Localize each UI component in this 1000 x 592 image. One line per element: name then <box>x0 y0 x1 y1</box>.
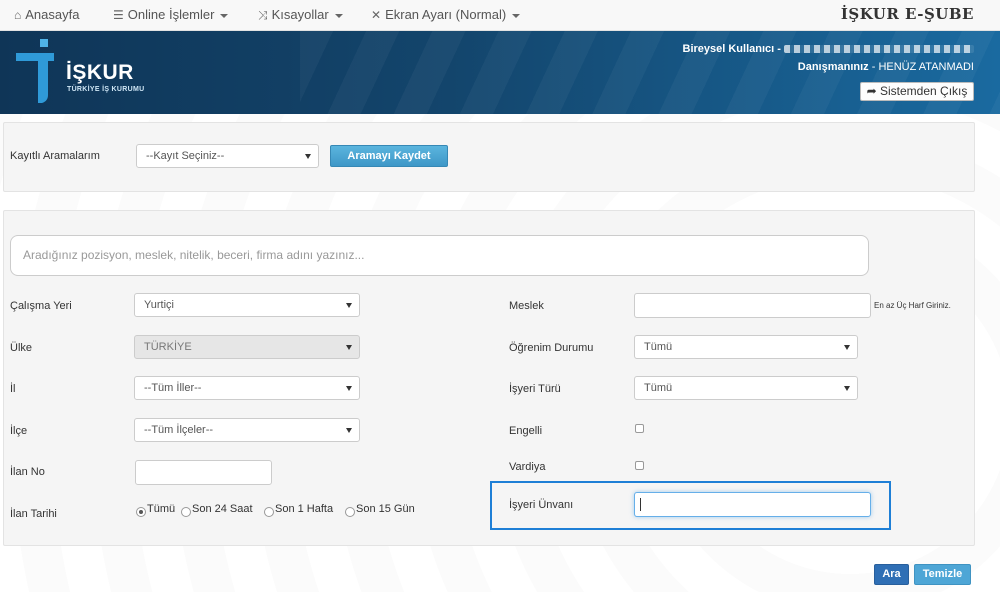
date-radio-24h[interactable] <box>181 507 191 517</box>
advisor-label: Danışmanınız <box>797 61 869 73</box>
workplace-label: Çalışma Yeri <box>10 300 72 312</box>
shift-label: Vardiya <box>509 461 546 473</box>
dropdown-arrow-icon <box>305 154 311 159</box>
nav-shortcuts[interactable]: ⤨ Kısayollar <box>258 0 343 31</box>
dropdown-arrow-icon <box>346 428 352 433</box>
advisor-value: - HENÜZ ATANMADI <box>868 61 974 73</box>
advisor-line: Danışmanınız - HENÜZ ATANMADI <box>798 61 974 73</box>
nav-screen-label: Ekran Ayarı (Normal) <box>385 7 507 22</box>
iskur-logo-icon <box>16 39 54 103</box>
user-line: Bireysel Kullanıcı - <box>682 43 974 55</box>
education-label: Öğrenim Durumu <box>509 342 594 354</box>
clear-button[interactable]: Temizle <box>914 564 971 585</box>
saved-search-value: --Kayıt Seçiniz-- <box>146 150 225 162</box>
dropdown-arrow-icon <box>346 386 352 391</box>
user-label: Bireysel Kullanıcı - <box>682 43 781 55</box>
date-option-label: Son 15 Gün <box>356 503 415 515</box>
dropdown-arrow-icon <box>346 303 352 308</box>
profession-label: Meslek <box>509 300 544 312</box>
caret-down-icon <box>334 13 343 18</box>
nav-online-operations[interactable]: ☰ Online İşlemler <box>113 0 229 31</box>
date-radio-all[interactable] <box>136 507 146 517</box>
date-option-label: Tümü <box>147 503 176 515</box>
employer-type-select[interactable]: Tümü <box>634 376 858 400</box>
save-search-button[interactable]: Aramayı Kaydet <box>330 145 448 167</box>
employer-type-value: Tümü <box>644 382 673 394</box>
keyword-search-input[interactable]: Aradığınız pozisyon, meslek, nitelik, be… <box>10 235 869 276</box>
district-label: İlçe <box>10 425 28 437</box>
workplace-value: Yurtiçi <box>144 299 174 311</box>
header-banner: İŞKUR TÜRKİYE İŞ KURUMU Bireysel Kullanı… <box>0 31 1000 114</box>
logout-button[interactable]: ➦ Sistemden Çıkış <box>860 82 974 101</box>
brand-title: İŞKUR E-ŞUBE <box>840 5 974 23</box>
employer-type-label: İşyeri Türü <box>509 383 561 395</box>
listing-no-input[interactable] <box>135 460 272 485</box>
top-navbar: ⌂ Anasayfa ☰ Online İşlemler ⤨ Kısayollar ✕… <box>0 0 1000 31</box>
list-icon: ☰ <box>113 8 124 22</box>
text-cursor <box>640 498 641 511</box>
country-label: Ülke <box>10 342 33 354</box>
nav-home[interactable]: ⌂ Anasayfa <box>14 0 79 31</box>
logout-label: Sistemden Çıkış <box>880 84 968 98</box>
nav-home-label: Anasayfa <box>25 7 80 22</box>
date-radio-1week[interactable] <box>264 507 274 517</box>
saved-searches-label: Kayıtlı Aramalarım <box>10 150 100 162</box>
employer-title-label: İşyeri Ünvanı <box>509 499 574 511</box>
logo-subtitle: TÜRKİYE İŞ KURUMU <box>67 86 145 93</box>
dropdown-arrow-icon <box>844 345 850 350</box>
province-value: --Tüm İller-- <box>144 382 202 394</box>
home-icon: ⌂ <box>14 8 22 22</box>
listing-no-label: İlan No <box>10 466 45 478</box>
dropdown-arrow-icon <box>346 345 352 350</box>
shuffle-icon: ⤨ <box>258 8 268 22</box>
date-option-label: Son 24 Saat <box>192 503 253 515</box>
profession-input[interactable] <box>634 293 871 318</box>
nav-online-label: Online İşlemler <box>127 7 215 22</box>
logout-icon: ➦ <box>866 84 880 98</box>
workplace-select[interactable]: Yurtiçi <box>134 293 360 317</box>
logo-text: İŞKUR <box>66 61 134 84</box>
district-value: --Tüm İlçeler-- <box>144 424 214 436</box>
province-label: İl <box>10 383 16 395</box>
country-value: TÜRKİYE <box>144 341 192 353</box>
search-button[interactable]: Ara <box>874 564 909 585</box>
disabled-label: Engelli <box>509 425 543 437</box>
nav-screen-settings[interactable]: ✕ Ekran Ayarı (Normal) <box>371 0 521 31</box>
masked-user-name <box>784 45 974 54</box>
disabled-checkbox[interactable] <box>635 424 644 433</box>
employer-title-input[interactable] <box>634 492 871 517</box>
date-radio-15days[interactable] <box>345 507 355 517</box>
tools-icon: ✕ <box>371 8 382 22</box>
district-select[interactable]: --Tüm İlçeler-- <box>134 418 360 442</box>
shift-checkbox[interactable] <box>635 461 644 470</box>
province-select[interactable]: --Tüm İller-- <box>134 376 360 400</box>
education-select[interactable]: Tümü <box>634 335 858 359</box>
listing-date-label: İlan Tarihi <box>10 508 57 520</box>
date-option-label: Son 1 Hafta <box>275 503 334 515</box>
caret-down-icon <box>512 13 521 18</box>
country-select: TÜRKİYE <box>134 335 360 359</box>
saved-search-select[interactable]: --Kayıt Seçiniz-- <box>136 144 319 168</box>
caret-down-icon <box>220 13 229 18</box>
dropdown-arrow-icon <box>844 386 850 391</box>
profession-hint: En az Üç Harf Giriniz. <box>874 301 951 310</box>
education-value: Tümü <box>644 341 673 353</box>
nav-shortcuts-label: Kısayollar <box>271 7 329 22</box>
